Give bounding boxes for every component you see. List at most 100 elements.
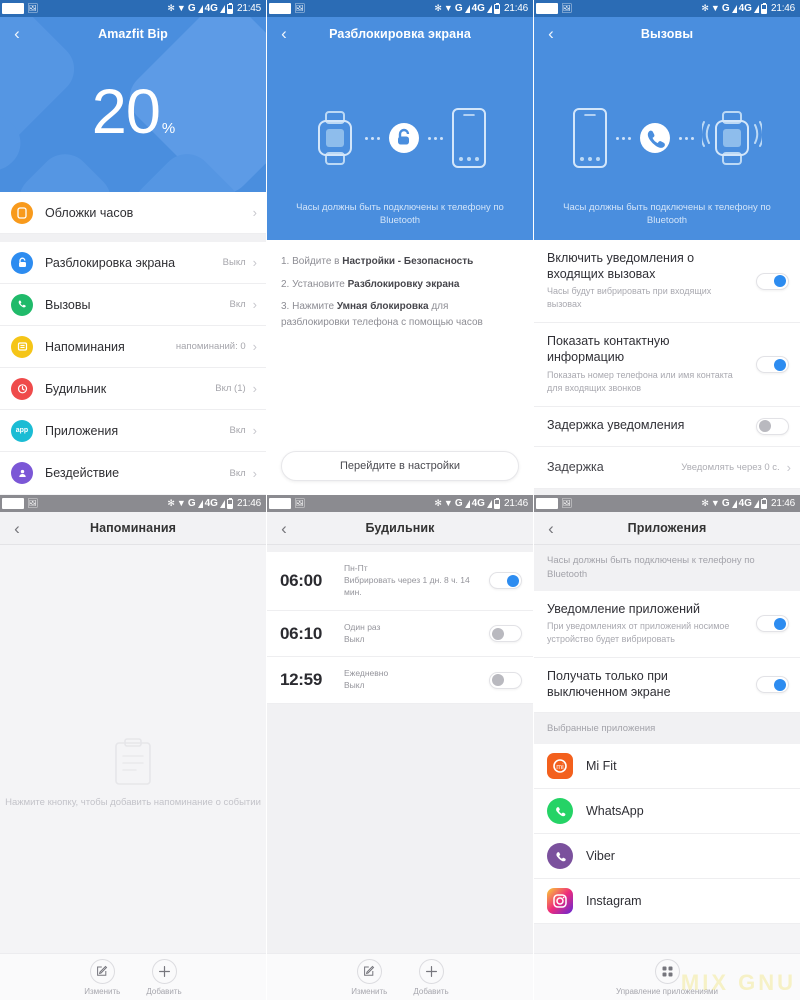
add-button-label: Добавить [146, 986, 182, 996]
wifi-icon: ▼ [710, 498, 720, 508]
connection-dots [616, 136, 631, 140]
list-item-label: Приложения [45, 423, 119, 438]
bluetooth-requirement-note: Часы должны быть подключены к телефону п… [563, 202, 771, 227]
alarm-status: Выкл [344, 633, 365, 644]
go-to-settings-button[interactable]: Перейдите в настройки [281, 451, 519, 481]
edit-button-label: Изменить [351, 986, 388, 996]
signal-bars-icon-1 [464, 499, 470, 508]
toggle-switch[interactable] [489, 671, 522, 689]
edit-square-icon [356, 958, 382, 984]
reminder-icon [11, 335, 33, 358]
toggle-switch[interactable] [489, 572, 522, 590]
setting-title: Задержка уведомления [547, 418, 685, 433]
back-icon[interactable]: ‹ [534, 520, 568, 537]
status-bar-right: ✻ ▼ G 4G 21:46 [167, 497, 261, 509]
list-item-instagram[interactable]: Instagram [534, 879, 800, 925]
bluetooth-icon: ✻ [434, 3, 442, 13]
toggle-switch[interactable] [756, 615, 789, 633]
setting-only-when-screen-off[interactable]: Получать только при выключенном экране [534, 658, 800, 713]
4g-signal-icon: 4G [204, 497, 218, 509]
alarm-list: 06:00 Пн-Пт Вибрировать через 1 дн. 8 ч.… [267, 552, 533, 705]
status-bar-clock: 21:46 [770, 498, 795, 509]
setting-app-notifications[interactable]: Уведомление приложений При уведомлениях … [534, 590, 800, 659]
list-item-value: Вкл (1) [215, 383, 246, 394]
setting-title: Задержка [547, 459, 604, 474]
back-icon[interactable]: ‹ [534, 25, 568, 42]
add-button[interactable]: Добавить [413, 958, 449, 996]
toggle-switch[interactable] [489, 625, 522, 643]
signal-bars-icon-1 [731, 499, 737, 508]
battery-icon [760, 497, 767, 509]
toggle-switch[interactable] [756, 417, 789, 435]
list-item-alarm[interactable]: Будильник Вкл (1) › [0, 368, 266, 410]
edit-button[interactable]: Изменить [351, 958, 388, 996]
status-bar: 🖼 ✻ ▼ G 4G 21:46 [0, 495, 266, 512]
clipboard-icon [115, 737, 151, 785]
empty-state: Нажмите кнопку, чтобы добавить напоминан… [0, 545, 266, 1000]
list-item-viber[interactable]: Viber [534, 834, 800, 880]
list-item-label: Бездействие [45, 466, 120, 480]
notification-chip-icon [269, 498, 291, 509]
bluetooth-requirement-note: Часы должны быть подключены к телефону п… [534, 545, 800, 591]
signal-bars-icon-2 [219, 499, 225, 508]
page-title: Amazfit Bip [98, 26, 168, 41]
setting-incoming-call-notifications[interactable]: Включить уведомления о входящих вызовах … [534, 240, 800, 324]
phone-icon [11, 293, 33, 316]
panel-calls: 🖼 ✻ ▼ G 4G 21:46 ‹ Вызовы Часы должны бы… [534, 0, 800, 495]
list-item-sedentary[interactable]: Бездействие Вкл › [0, 452, 266, 494]
alarm-row[interactable]: 06:00 Пн-Пт Вибрировать через 1 дн. 8 ч.… [267, 552, 533, 611]
image-notification-icon: 🖼 [27, 3, 39, 13]
alarm-row[interactable]: 12:59 Ежедневно Выкл [267, 657, 533, 705]
list-item-mi-fit[interactable]: mi Mi Fit [534, 744, 800, 790]
list-item-value: Вкл [229, 425, 246, 436]
setting-delay-value-row[interactable]: Задержка Уведомлять через 0 с. › [534, 446, 800, 490]
panel-device-overview: 🖼 ✻ ▼ G 4G 21:45 ‹ Amazfit Bip 20 % Обло… [0, 0, 267, 495]
bluetooth-icon: ✻ [167, 3, 175, 13]
battery-icon [226, 2, 233, 14]
4g-signal-icon: 4G [738, 497, 752, 509]
bluetooth-icon: ✻ [701, 498, 709, 508]
toggle-switch[interactable] [756, 272, 789, 290]
image-notification-icon: 🖼 [561, 3, 573, 13]
list-item-label: Разблокировка экрана [45, 255, 176, 270]
battery-icon [760, 2, 767, 14]
list-item-calls[interactable]: Вызовы Вкл › [0, 284, 266, 326]
4g-signal-icon: 4G [471, 497, 485, 509]
setting-title: Получать только при выключенном экране [547, 669, 671, 699]
alarm-row[interactable]: 06:10 Один раз Выкл [267, 610, 533, 658]
back-icon[interactable]: ‹ [0, 520, 34, 537]
list-item-reminders[interactable]: Напоминания напоминаний: 0 › [0, 326, 266, 368]
list-item-screen-unlock[interactable]: Разблокировка экрана Выкл › [0, 242, 266, 284]
connection-dots [679, 136, 694, 140]
manage-apps-button[interactable]: Управление приложениями [615, 958, 719, 996]
back-icon[interactable]: ‹ [267, 25, 301, 42]
phone-illustration-icon [452, 108, 486, 168]
chevron-right-icon: › [252, 423, 257, 438]
toggle-switch[interactable] [756, 356, 789, 374]
setting-description: Часы будут вибрировать при входящих вызо… [547, 286, 712, 310]
list-item-label: Будильник [45, 381, 107, 396]
setting-show-contact-info[interactable]: Показать контактную информацию Показать … [534, 323, 800, 407]
list-item-whatsapp[interactable]: WhatsApp [534, 789, 800, 835]
4g-signal-icon: 4G [471, 2, 485, 14]
list-item-watch-faces[interactable]: Обложки часов › [0, 192, 266, 234]
notification-chip-icon [269, 3, 291, 14]
edit-button[interactable]: Изменить [84, 958, 120, 996]
add-button[interactable]: Добавить [146, 958, 182, 996]
list-item-value: Вкл [229, 467, 246, 479]
status-bar: 🖼 ✻ ▼ G 4G 21:46 [534, 0, 800, 17]
chevron-right-icon: › [252, 381, 257, 396]
g-signal-icon: G [454, 497, 463, 509]
alarm-time: 12:59 [280, 670, 322, 690]
list-item-applications[interactable]: app Приложения Вкл › [0, 410, 266, 452]
setting-notification-delay[interactable]: Задержка уведомления [534, 406, 800, 447]
back-icon[interactable]: ‹ [0, 25, 34, 42]
status-bar: 🖼 ✻ ▼ G 4G 21:46 [267, 0, 533, 17]
g-signal-icon: G [721, 2, 730, 14]
phone-illustration-icon [573, 108, 607, 168]
manage-apps-label: Управление приложениями [615, 986, 719, 996]
setting-title: Уведомление приложений [547, 601, 700, 616]
back-icon[interactable]: ‹ [267, 520, 301, 537]
toggle-switch[interactable] [756, 676, 789, 694]
list-item-value: напоминаний: 0 [175, 341, 246, 352]
